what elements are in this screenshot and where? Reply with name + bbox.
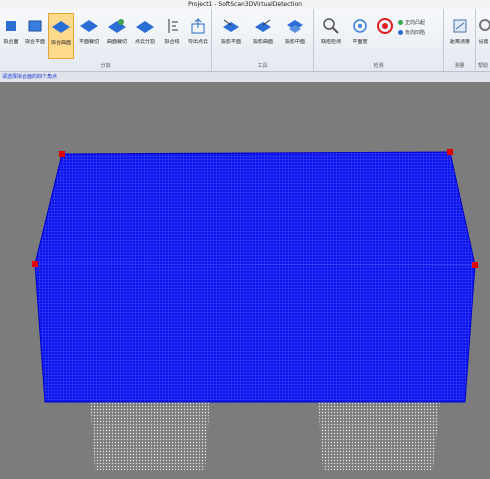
flatness-button[interactable]: 平面度 (348, 13, 372, 59)
fit-plane-icon (25, 16, 45, 36)
fit-plane-button[interactable]: 拟合平面 (24, 13, 46, 59)
project-plane-button[interactable]: 投影平面 (216, 13, 246, 59)
negative-dent-label: 负向凹陷 (405, 29, 425, 36)
ribbon-group-tools: 投影平面 投影曲面 投影中面 工具 (212, 9, 314, 71)
fit-line-label: 拟合线 (160, 39, 184, 45)
fitted-surface-mesh[interactable] (35, 152, 475, 402)
settings-label: 设置 (477, 39, 490, 45)
export-point-cloud-label: 导出点云 (186, 39, 210, 45)
curved-surface-icon (51, 17, 71, 37)
ribbon-toolbar: 拟合面 拟合平面 拟合曲面 平面裁切 曲面裁切 (0, 9, 490, 72)
blue-dot-icon (398, 30, 403, 35)
corner-point-mid-left[interactable] (32, 261, 38, 267)
group-label-measure: 测量 (444, 62, 475, 70)
plane-cut-label: 平面裁切 (76, 39, 102, 45)
fit-surface-label: 拟合面 (0, 39, 22, 45)
positive-bump-option[interactable]: 正向凸起 (398, 19, 425, 26)
flatness-icon (350, 16, 370, 36)
surface-cut-label: 曲面裁切 (104, 39, 130, 45)
point-cloud-split-label: 点云分割 (132, 39, 158, 45)
group-label-help: 帮助 (476, 62, 490, 70)
project-midplane-button[interactable]: 投影中面 (280, 13, 310, 59)
flatness-label: 平面度 (348, 39, 372, 45)
point-cloud-left-leg (90, 400, 210, 470)
project-plane-label: 投影平面 (216, 39, 246, 45)
plane-cut-icon (79, 16, 99, 36)
project-midplane-label: 投影中面 (280, 39, 310, 45)
point-cloud-right-leg (318, 400, 440, 470)
distance-measure-button[interactable]: 距离测量 (446, 13, 474, 59)
defect-detect-button[interactable]: 缺陷检测 (316, 13, 346, 59)
magnifier-icon (321, 16, 341, 36)
fit-line-icon (162, 16, 182, 36)
group-label-tools: 工具 (212, 62, 313, 70)
ribbon-group-segment: 拟合面 拟合平面 拟合曲面 平面裁切 曲面裁切 (0, 9, 212, 71)
fit-line-button[interactable]: 拟合线 (160, 13, 184, 59)
3d-viewport[interactable] (0, 82, 490, 475)
target-icon (375, 16, 395, 36)
settings-button[interactable]: 设置 (477, 13, 490, 59)
fit-surface-button[interactable]: 拟合面 (0, 13, 22, 59)
corner-point-top-right[interactable] (447, 149, 453, 155)
negative-dent-option[interactable]: 负向凹陷 (398, 29, 425, 36)
corner-point-top-left[interactable] (59, 151, 65, 157)
target-button[interactable] (374, 13, 396, 59)
group-label-segment: 分割 (0, 62, 211, 70)
corner-point-mid-right[interactable] (472, 262, 478, 268)
ribbon-group-help: 设置 帮助 (476, 9, 490, 71)
project-midplane-icon (285, 16, 305, 36)
fit-curved-surface-label: 拟合曲面 (49, 40, 73, 46)
ribbon-group-measure: 距离测量 测量 (444, 9, 476, 71)
plane-cut-button[interactable]: 平面裁切 (76, 13, 102, 59)
point-cloud-split-icon (135, 16, 155, 36)
positive-bump-label: 正向凸起 (405, 19, 425, 26)
project-surface-label: 投影曲面 (248, 39, 278, 45)
fit-plane-label: 拟合平面 (24, 39, 46, 45)
group-label-detect: 检测 (314, 62, 443, 70)
surface-cut-button[interactable]: 曲面裁切 (104, 13, 130, 59)
export-point-cloud-button[interactable]: 导出点云 (186, 13, 210, 59)
ribbon-group-detect: 缺陷检测 平面度 正向凸起 负向凹陷 检测 (314, 9, 444, 71)
window-title: Project1 - SoftScan3DVirtualDetection (0, 0, 490, 9)
defect-detect-label: 缺陷检测 (316, 39, 346, 45)
fit-surface-icon (1, 16, 21, 36)
export-icon (188, 16, 208, 36)
fit-curved-surface-button[interactable]: 拟合曲面 (48, 13, 74, 59)
project-surface-icon (253, 16, 273, 36)
distance-measure-label: 距离测量 (446, 39, 474, 45)
project-plane-icon (221, 16, 241, 36)
point-cloud-canvas[interactable] (0, 82, 490, 475)
status-hint: 请选择拟合面的四个角点 (0, 72, 490, 82)
point-cloud-split-button[interactable]: 点云分割 (132, 13, 158, 59)
surface-cut-icon (107, 16, 127, 36)
project-surface-button[interactable]: 投影曲面 (248, 13, 278, 59)
ruler-icon (450, 16, 470, 36)
gear-icon (474, 16, 490, 36)
green-dot-icon (398, 20, 403, 25)
